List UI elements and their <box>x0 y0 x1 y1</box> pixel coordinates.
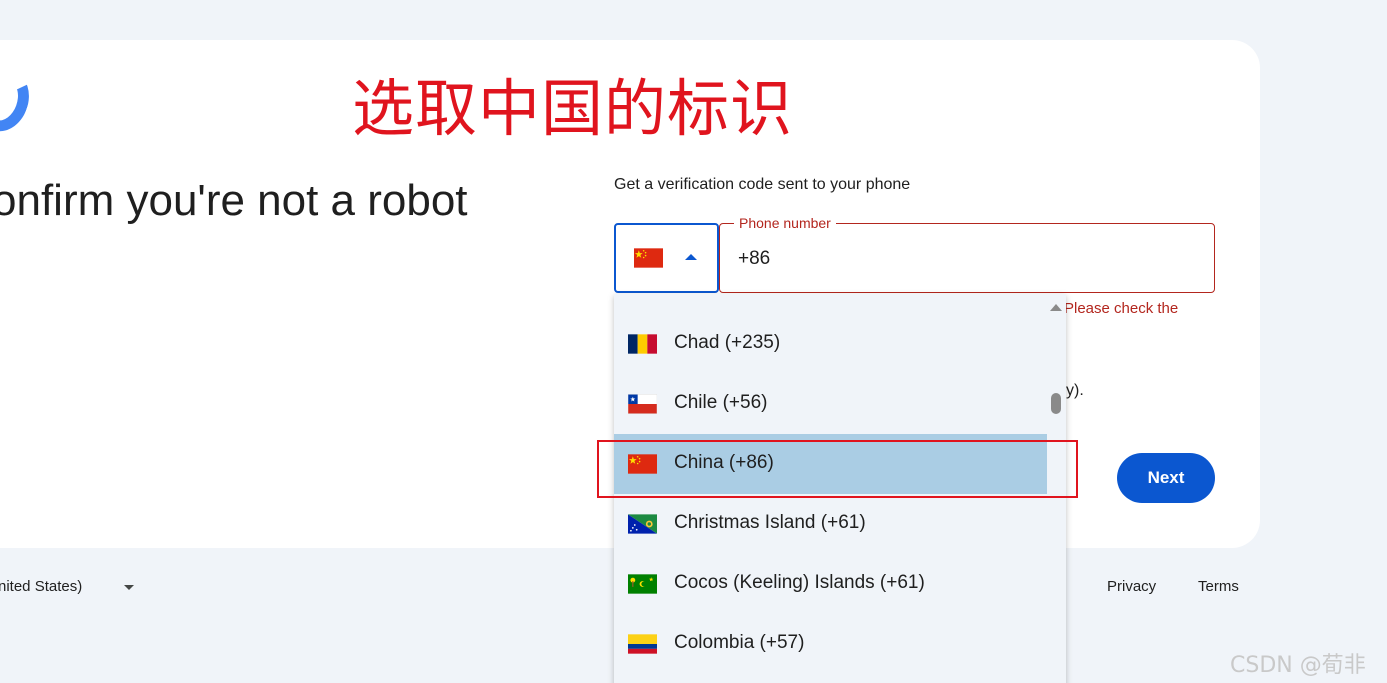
terms-link[interactable]: Terms <box>1198 578 1239 595</box>
country-option-chad[interactable]: Chad (+235) <box>614 314 1047 374</box>
caret-up-icon <box>685 254 697 260</box>
country-option-label: Colombia (+57) <box>674 632 805 653</box>
phone-error-message: Please check the <box>1064 300 1179 317</box>
country-option-chile[interactable]: Chile (+56) <box>614 374 1047 434</box>
phone-number-label: Phone number <box>734 215 836 231</box>
china-flag-icon <box>628 454 657 474</box>
page: 选取中国的标识 onfirm you're not a robot Get a … <box>0 0 1387 683</box>
next-button[interactable]: Next <box>1117 453 1215 503</box>
country-option-cocos-islands[interactable]: Cocos (Keeling) Islands (+61) <box>614 554 1047 614</box>
christmas-island-flag-icon <box>628 514 657 534</box>
country-option-colombia[interactable]: Colombia (+57) <box>614 614 1047 674</box>
phone-number-field[interactable]: Phone number +86 <box>719 215 1215 293</box>
privacy-link[interactable]: Privacy <box>1107 578 1156 595</box>
cocos-islands-flag-icon <box>628 574 657 594</box>
country-option-china[interactable]: China (+86) <box>614 434 1047 494</box>
subtitle: Get a verification code sent to your pho… <box>614 176 911 193</box>
country-option-label: Chad (+235) <box>674 332 781 353</box>
chile-flag-icon <box>628 394 657 414</box>
colombia-flag-icon <box>628 634 657 654</box>
chevron-down-icon[interactable] <box>124 585 134 590</box>
watermark: CSDN @荀非 <box>1230 653 1366 678</box>
language-selector[interactable]: nited States) <box>0 578 82 595</box>
country-option-label: Chile (+56) <box>674 392 768 413</box>
country-option-christmas-island[interactable]: Christmas Island (+61) <box>614 494 1047 554</box>
china-flag-icon <box>634 248 663 268</box>
country-code-select[interactable] <box>614 223 719 293</box>
country-dropdown-list[interactable]: Chad (+235) Chile (+56) China (+86) Chri… <box>614 294 1066 683</box>
partially-hidden-text: y). <box>1066 382 1084 399</box>
phone-number-input[interactable]: +86 <box>738 248 770 270</box>
country-option-label: Christmas Island (+61) <box>674 512 866 533</box>
dropdown-previous-item <box>614 294 1046 306</box>
page-title: onfirm you're not a robot <box>0 176 468 225</box>
country-option-label: China (+86) <box>674 452 774 473</box>
scrollbar-thumb[interactable] <box>1051 393 1061 414</box>
scroll-up-arrow-icon[interactable] <box>1050 304 1062 311</box>
chad-flag-icon <box>628 334 657 354</box>
annotation-text: 选取中国的标识 <box>352 72 794 145</box>
country-option-label: Cocos (Keeling) Islands (+61) <box>674 572 925 593</box>
